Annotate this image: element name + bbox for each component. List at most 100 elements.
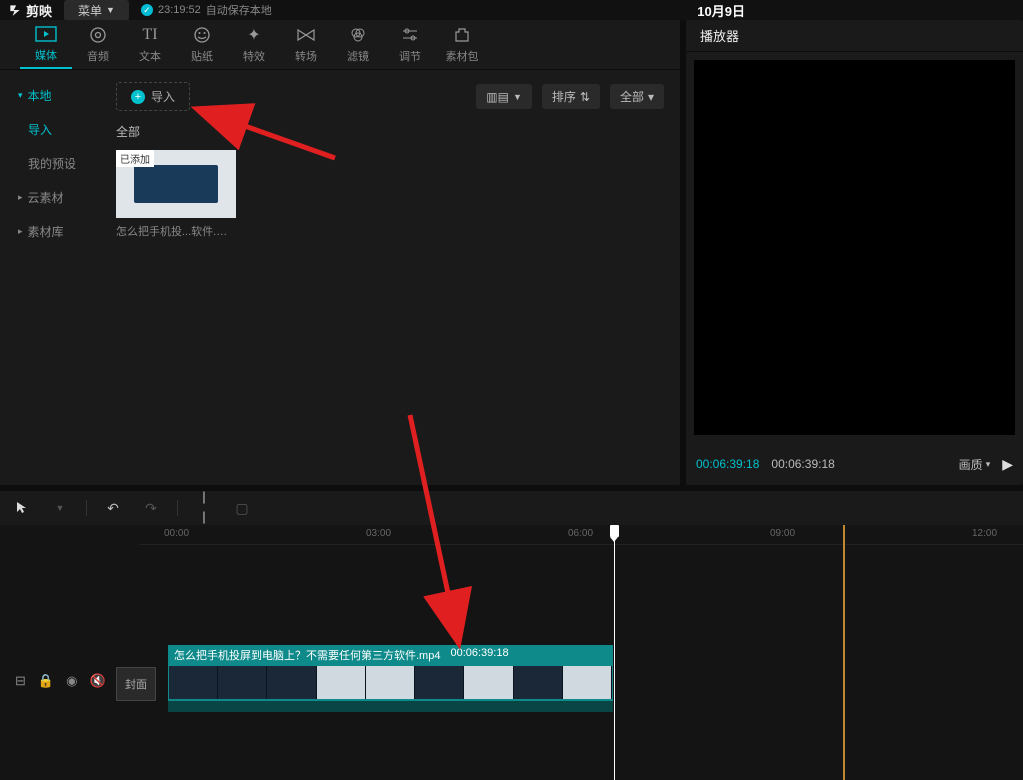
time-total: 00:06:39:18 [771,457,834,471]
lock-icon[interactable]: 🔒 [38,673,54,689]
chevron-down-icon[interactable]: ▼ [48,503,72,513]
text-icon: TI [142,25,157,45]
clip-frames[interactable] [168,665,613,700]
sidebar-item-local[interactable]: ▾本地 [0,78,100,112]
save-text: 自动保存本地 [206,2,272,18]
cover-button[interactable]: 封面 [116,667,156,701]
media-thumbnail[interactable]: 已添加 [116,150,236,218]
track-controls: ⊟ 🔒 ◉ 🔇 [15,673,106,689]
transition-icon [296,25,316,45]
player-panel: 播放器 00:06:39:18 00:06:39:18 画质▾ ▶ [686,20,1023,485]
play-button[interactable]: ▶ [1002,456,1013,473]
media-filename: 怎么把手机投...软件.mp4 [116,223,236,239]
top-bar: 剪映 菜单 ▼ ✓ 23:19:52 自动保存本地 10月9日 [0,0,1023,20]
tab-text[interactable]: TI 文本 [124,21,176,68]
media-content: + 导入 ▥▤▼ 排序⇅ 全部▾ 全部 已添加 怎么把手机投...软件. [100,70,680,485]
plus-icon: + [131,90,145,104]
import-label: 导入 [151,88,175,105]
thumb-preview [134,165,218,202]
player-controls: 00:06:39:18 00:06:39:18 画质▾ ▶ [686,443,1023,485]
player-viewport[interactable] [694,60,1015,435]
eye-icon[interactable]: ◉ [66,673,77,689]
sidebar-item-import[interactable]: 导入 [0,112,100,146]
check-icon: ✓ [141,4,153,16]
ruler-mark: 12:00 [972,528,997,539]
tab-media[interactable]: 媒体 [20,20,72,69]
media-icon [35,24,57,44]
chevron-down-icon: ▼ [513,92,522,102]
view-mode-button[interactable]: ▥▤ ▼ [476,84,532,109]
content-toolbar: + 导入 ▥▤ ▼ 排序⇅ 全部▾ [116,82,664,111]
project-title[interactable]: 10月9日 [697,1,745,20]
chevron-right-icon: ▸ [18,192,23,203]
tab-transition[interactable]: 转场 [280,21,332,68]
category-tabs: 媒体 音频 TI 文本 贴纸 ✦ 特效 转场 [0,20,680,70]
clip-frame [218,666,267,699]
timeline-ruler[interactable]: 00:00 03:00 06:00 09:00 12:00 [140,525,1023,545]
clip-title: 怎么把手机投屏到电脑上？不需要任何第三方软件.mp4 [174,647,440,663]
clip-frame [464,666,513,699]
ruler-mark: 00:00 [164,528,189,539]
timeline-toolbar: ▼ ↶ ↷ 〡〡 ▢ [0,491,1023,525]
tab-sticker[interactable]: 贴纸 [176,21,228,68]
sticker-icon [193,25,211,45]
tab-pack[interactable]: 素材包 [436,21,488,68]
tab-effect[interactable]: ✦ 特效 [228,21,280,68]
timeline[interactable]: 00:00 03:00 06:00 09:00 12:00 ⊟ 🔒 ◉ 🔇 封面… [0,525,1023,780]
player-header: 播放器 [686,20,1023,52]
section-label: 全部 [116,123,664,140]
split-tool[interactable]: 〡〡 [192,488,216,528]
chevron-right-icon: ▸ [18,226,23,237]
clip-frame [169,666,218,699]
select-tool[interactable] [10,500,34,517]
quality-button[interactable]: 画质▾ [959,456,991,473]
ruler-mark: 09:00 [770,528,795,539]
undo-button[interactable]: ↶ [101,500,125,517]
tab-adjust[interactable]: 调节 [384,21,436,68]
panel-body: ▾本地 导入 我的预设 ▸云素材 ▸素材库 + 导入 ▥▤▼ 排序⇅ 全部▾ [0,70,680,485]
tab-filter[interactable]: 滤镜 [332,21,384,68]
divider [86,500,87,516]
redo-button[interactable]: ↷ [139,500,163,517]
timeline-clip[interactable]: 怎么把手机投屏到电脑上？不需要任何第三方软件.mp4 00:06:39:18 [168,645,613,712]
filter-icon: ▾ [648,90,654,104]
clip-frame [317,666,366,699]
media-panel: 媒体 音频 TI 文本 贴纸 ✦ 特效 转场 [0,20,680,485]
sidebar-item-presets[interactable]: 我的预设 [0,146,100,180]
delete-tool[interactable]: ▢ [230,500,254,517]
menu-button[interactable]: 菜单 ▼ [64,0,129,21]
playhead[interactable] [614,525,615,780]
tab-audio[interactable]: 音频 [72,21,124,68]
media-item[interactable]: 已添加 怎么把手机投...软件.mp4 [116,150,236,239]
view-controls: ▥▤ ▼ 排序⇅ 全部▾ [476,84,664,109]
clip-frame [415,666,464,699]
mute-icon[interactable]: 🔇 [89,673,105,689]
marker-line[interactable] [843,525,845,780]
workspace: 媒体 音频 TI 文本 贴纸 ✦ 特效 转场 [0,20,1023,485]
audio-icon [89,25,107,45]
menu-label: 菜单 [78,2,102,19]
clip-frame [563,666,612,699]
sidebar-item-cloud[interactable]: ▸云素材 [0,180,100,214]
clip-audio-waveform[interactable] [168,700,613,712]
sort-icon: ⇅ [580,90,590,104]
sidebar-item-library[interactable]: ▸素材库 [0,214,100,248]
pack-icon [453,25,471,45]
clip-frame [366,666,415,699]
import-button[interactable]: + 导入 [116,82,190,111]
playhead-handle[interactable] [610,525,619,537]
media-sidebar: ▾本地 导入 我的预设 ▸云素材 ▸素材库 [0,70,100,485]
logo-icon [8,3,22,17]
added-badge: 已添加 [116,150,154,167]
ruler-mark: 03:00 [366,528,391,539]
clip-frame [267,666,316,699]
save-time: 23:19:52 [158,4,201,16]
sort-button[interactable]: 排序⇅ [542,84,600,109]
divider [177,500,178,516]
app-logo: 剪映 [8,1,52,20]
track-collapse-icon[interactable]: ⊟ [15,673,26,689]
chevron-down-icon: ▾ [986,459,991,470]
filter-button[interactable]: 全部▾ [610,84,664,109]
grid-icon: ▥▤ [486,90,509,104]
autosave-status: ✓ 23:19:52 自动保存本地 [141,2,272,18]
